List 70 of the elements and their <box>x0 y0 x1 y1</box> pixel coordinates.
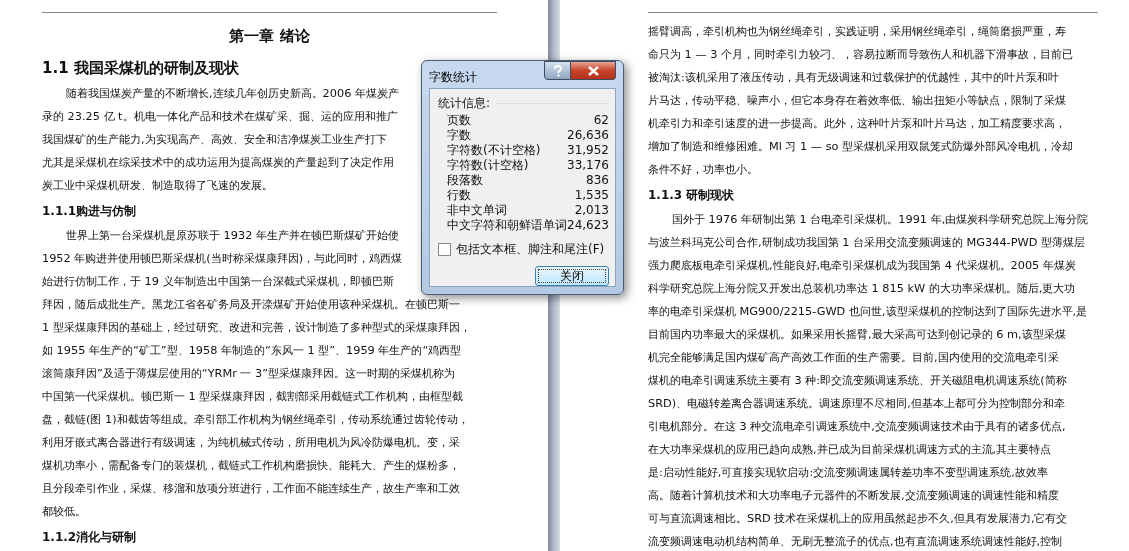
text-line: 录的 23.25 亿 t。机电一体化产品和技术在煤矿采、掘、运的应用和推广 <box>42 109 398 125</box>
text-line: 机完全能够满足国内煤矿高产高效工作面的生产需要。目前,国内使用的交流电牵引采 <box>648 350 1059 366</box>
dialog-title: 字数统计 <box>429 69 477 86</box>
text-line: 引电机部分。在这 3 种交流电牵引调速系统中,交流变频调速技术由于具有的诸多优点, <box>648 419 1066 435</box>
text-line: 始进行仿制工作，于 19 义年制造出中国第一台深截式采煤机，即顿巴斯 <box>42 274 394 290</box>
subsection-heading: 1.1.3 研制现状 <box>648 187 735 204</box>
text-line: 我国煤矿的生产能力,为实现高产、高效、安全和洁净煤炭工业生产打下 <box>42 132 387 148</box>
stat-value: 26,636 <box>567 128 609 143</box>
text-line: 科学研究总院上海分院又开发出总装机功率达 1 815 kW 的大功率采煤机。随后,更大功 <box>648 281 1076 297</box>
text-line: 滚筒康拜因”及适于薄煤层使用的“YRMr 一 3”型采煤康拜因。这一时期的采煤机称为 <box>42 366 456 382</box>
close-button[interactable] <box>571 61 616 80</box>
text-line: 煤机的电牵引调速系统主要有 3 种:即交流变频调速系统、开关磁阻电机调速系统(简称 <box>648 373 1067 389</box>
stat-label: 中文字符和朝鲜语单词 <box>447 218 567 233</box>
group-label: 统计信息: <box>438 95 491 112</box>
stat-label: 字符数(计空格) <box>447 158 529 173</box>
stat-label: 行数 <box>447 188 471 203</box>
checkbox[interactable] <box>438 243 451 256</box>
text-line: 利用牙嵌式离合器进行有级调速，为纯机械式传动，所用电机为风冷防爆电机。变，采 <box>42 435 460 451</box>
text-line: 世界上第一台采煤机是原苏联于 1932 年生产并在顿巴斯煤矿开始使 <box>65 228 399 244</box>
text-line: 率的电牵引采煤机 MG900/2215-GWD 也问世,该型采煤机的控制达到了国际先进水平,是 <box>648 304 1088 320</box>
text-line: 命只为 1 — 3 个月，同时牵引力较刁、，容易拉断而导致伤人和机器下滑事故，目前已 <box>648 47 1074 63</box>
text-line: 流变频调速电动机结构简单、无刷无整流子的优点,也有直流调速系统调速性能好,控制 <box>648 534 1063 550</box>
stat-label: 段落数 <box>447 173 483 188</box>
text-line: 随着我国煤炭产量的不断增长,连续几年创历史新高。2006 年煤炭产 <box>65 86 399 102</box>
text-line: 炭工业中采煤机研发、制造取得了飞速的发展。 <box>42 178 273 194</box>
text-line: 条件不好，功率也小。 <box>648 162 758 178</box>
text-line: 增加了制造和维修困难。Ml 习 1 — so 型采煤机采用双鼠笼式防爆外部风冷电机，冷却 <box>648 139 1074 155</box>
text-line: 机牵引力和牵引速度的进一步提高。此外，这种叶片泵和叶片马达，加工精度要求高， <box>648 116 1066 132</box>
stat-label: 页数 <box>447 113 471 128</box>
chapter-title: 第一章 绪论 <box>228 26 311 46</box>
stat-label: 字符数(不计空格) <box>447 143 541 158</box>
text-line: 尤其是采煤机在综采技术中的成功运用为提高煤炭的产量起到了决定作用 <box>42 155 394 171</box>
stat-value: 2,013 <box>574 203 609 218</box>
help-icon <box>552 64 563 77</box>
subsection-heading: 1.1.1购进与仿制 <box>42 203 137 220</box>
text-line: 如 1955 年生产的“矿工”型、1958 年制造的“东风一 1 型”、1959 年生产的“鸡西型 <box>42 343 462 359</box>
text-line: 煤机功率小，需配备专门的装煤机，截链式工作机构磨损快、能耗大、产生的煤粉多， <box>42 458 460 474</box>
checkbox-label: 包括文本框、脚注和尾注(F) <box>456 241 605 258</box>
text-line: 被淘汰:该机采用了液压传动，具有无级调速和过载保护的优越性，其中的叶片泵和叶 <box>648 70 1059 86</box>
close-icon <box>587 65 599 76</box>
text-line: 高。随着计算机技术和大功率电子元器件的不断发展,交流变频调速的调速性能和精度 <box>648 488 1059 504</box>
subsection-heading: 1.1.2消化与研制 <box>42 529 137 546</box>
text-line: 强力爬底板电牵引采煤机,性能良好,电牵引采煤机成为我国第 4 代采煤机。2005 年煤炭 <box>648 258 1076 274</box>
text-line: 1952 年购进并使用顿巴斯采煤机(当时称采煤康拜因)，与此同时，鸡西煤 <box>42 251 403 267</box>
stat-value: 62 <box>593 113 609 128</box>
text-line: 可与直流调速相比。SRD 技术在采煤机上的应用虽然起步不久,但具有发展潜力,它有交 <box>648 511 1068 527</box>
stat-value: 33,176 <box>567 158 609 173</box>
text-line: 1 型采煤康拜因的基础上，经过研究、改进和完善，设计制造了多种型式的采煤康拜因， <box>42 320 471 336</box>
text-line: 中国第一代采煤机。顿巴斯一 1 型采煤康拜因，截割部采用截链式工作机构，由框型截 <box>42 389 464 405</box>
section-title: 1.1 我国采煤机的研制及现状 <box>42 58 239 78</box>
text-line: 国外于 1976 年研制出第 1 台电牵引采煤机。1991 年,由煤炭科学研究总院上海分院 <box>671 212 1089 228</box>
text-line: 片马达，传动平稳、噪声小，但它本身存在着效率低、输出扭矩小等缺点，限制了采煤 <box>648 93 1066 109</box>
text-line: 拜因，随后成批生产。黑龙江省各矿务局及开滦煤矿开始使用该种采煤机。在顿巴斯一 <box>42 297 460 313</box>
stat-label: 字数 <box>447 128 471 143</box>
stat-value: 836 <box>586 173 609 188</box>
close-dialog-button[interactable]: 关闭 <box>535 266 609 286</box>
stat-value: 1,535 <box>574 188 609 203</box>
stat-value: 31,952 <box>567 143 609 158</box>
stat-value: 24,623 <box>567 218 609 233</box>
text-line: SRD)、电磁转差离合器调速系统。调速原理不尽相同,但基本上都可分为控制部分和牵 <box>648 396 1065 412</box>
text-line: 且分段牵引作业，采煤、移溜和放项分班进行，工作面不能连续生产，故生产率和工效 <box>42 481 460 497</box>
text-line: 盘，截链(图 1)和截齿等组成。牵引部工作机构为钢丝绳牵引，传动系统通过齿轮传动， <box>42 412 469 428</box>
text-line: 是:启动性能好,可直接实现软启动:交流变频调速属转差功率不变型调速系统,故效率 <box>648 465 1048 481</box>
text-line: 都较低。 <box>42 504 86 520</box>
text-line: 在大功率采煤机的应用已趋向成熟,并已成为目前采煤机调速方式的主流,其主要特点 <box>648 442 1052 458</box>
text-line: 与波兰科玛克公司合作,研制成功我国第 1 台采用交流变频调速的 MG344-PWD 型薄煤层 <box>648 235 1085 251</box>
text-line: 目前国内功率最大的采煤机。如果采用长摇臂,最大采高可达到创记录的 6 m,该型采煤 <box>648 327 1066 343</box>
text-line: 摇臂调高，牵引机构也为钢丝绳牵引，实践证明，采用钢丝绳牵引，绳筒磨损严重，寿 <box>648 24 1066 40</box>
help-button[interactable] <box>544 61 571 80</box>
stat-label: 非中文单词 <box>447 203 507 218</box>
